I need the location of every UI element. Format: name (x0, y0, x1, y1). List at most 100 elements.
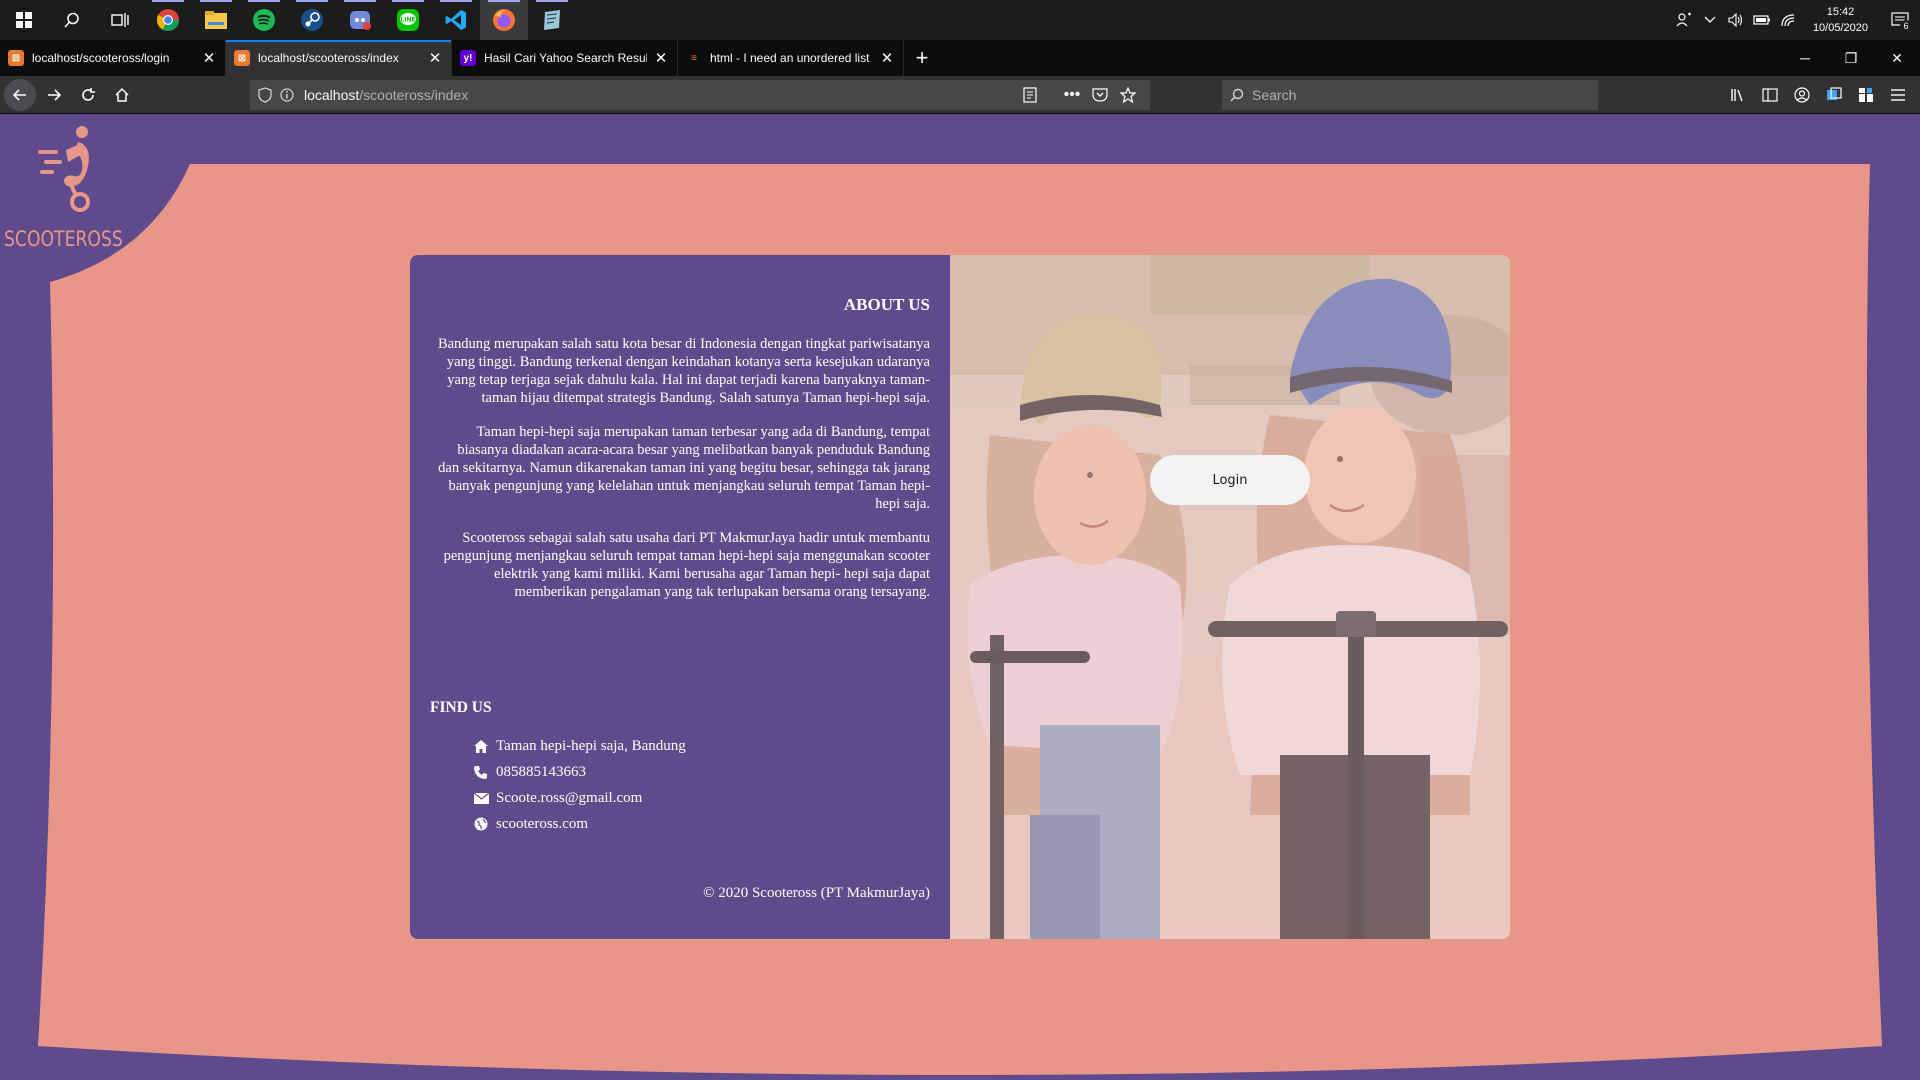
close-icon[interactable]: ✕ (879, 50, 895, 67)
taskbar-app-spotify[interactable] (240, 0, 288, 40)
forward-button[interactable] (38, 79, 70, 111)
svg-text:LINE: LINE (400, 17, 415, 24)
hamburger-menu-icon (1891, 89, 1905, 101)
url-bar[interactable]: localhost/scooteross/index ••• (250, 80, 1150, 110)
task-view-button[interactable] (96, 0, 144, 40)
about-paragraph: Bandung merupakan salah satu kota besar … (437, 336, 930, 406)
tab-yahoo[interactable]: y! Hasil Cari Yahoo Search Results ✕ (452, 40, 678, 76)
girls-on-scooters-photo (950, 255, 1510, 939)
website-text[interactable]: scooteross.com (496, 816, 588, 833)
firefox-icon (493, 9, 515, 31)
tab-index[interactable]: ⊠ localhost/scooteross/index ✕ (226, 40, 452, 76)
tab-title: localhost/scooteross/index (258, 51, 399, 65)
close-icon: ✕ (1891, 49, 1903, 66)
url-host: localhost (304, 87, 360, 103)
hero-photo-panel: Login (950, 255, 1510, 939)
windows-taskbar: LINE 15:42 10/05/2020 6 (0, 0, 1920, 40)
stackoverflow-favicon-icon: ≡ (691, 52, 697, 64)
star-icon (1120, 87, 1136, 103)
close-icon[interactable]: ✕ (201, 50, 217, 67)
taskbar-app-line[interactable]: LINE (384, 0, 432, 40)
start-button[interactable] (0, 0, 48, 40)
account-button[interactable] (1786, 79, 1818, 111)
plus-icon: + (915, 45, 929, 70)
taskbar-clock[interactable]: 15:42 10/05/2020 (1801, 4, 1880, 36)
toolbar-right (1722, 79, 1914, 111)
about-title: ABOUT US (843, 295, 930, 314)
yahoo-favicon-icon: y! (460, 50, 476, 66)
minimize-icon: ─ (1800, 50, 1810, 66)
back-button[interactable] (4, 78, 36, 111)
taskbar-app-steam[interactable] (288, 0, 336, 40)
copyright-text: © 2020 Scooteross (PT MakmurJaya) (703, 885, 930, 901)
tab-title: html - I need an unordered list (710, 51, 870, 65)
chevron-up-icon[interactable] (1697, 0, 1723, 40)
action-center-button[interactable]: 6 (1880, 0, 1920, 40)
extensions-button[interactable] (1850, 79, 1882, 111)
restore-button[interactable]: ❐ (1828, 40, 1874, 76)
page-actions-button[interactable]: ••• (1058, 86, 1086, 104)
page-viewport: SCOOTEROSS ABOUT US Bandung merupakan sa… (0, 114, 1920, 1080)
restore-icon: ❐ (1844, 49, 1858, 66)
contact-address: Taman hepi-hepi saja, Bandung (474, 733, 686, 759)
minimize-button[interactable]: ─ (1782, 40, 1828, 76)
login-button[interactable]: Login (1150, 455, 1310, 505)
volume-icon[interactable] (1723, 0, 1749, 40)
main-card: ABOUT US Bandung merupakan salah satu ko… (410, 255, 1510, 939)
steam-icon (301, 9, 323, 31)
chrome-icon (156, 9, 179, 31)
globe-icon (474, 817, 496, 831)
address-text: Taman hepi-hepi saja, Bandung (496, 737, 686, 754)
home-icon (474, 739, 496, 753)
container-tabs-button[interactable] (1818, 79, 1850, 111)
notification-count: 6 (1900, 20, 1912, 32)
taskbar-app-firefox[interactable] (480, 0, 528, 40)
xampp-favicon-icon: ⊠ (234, 50, 250, 66)
close-icon[interactable]: ✕ (653, 50, 669, 67)
close-icon[interactable]: ✕ (427, 50, 443, 67)
taskbar-app-chrome[interactable] (144, 0, 192, 40)
sidebar-icon (1762, 88, 1778, 102)
taskbar-app-discord[interactable] (336, 0, 384, 40)
email-text[interactable]: Scoote.ross@gmail.com (496, 790, 642, 807)
taskbar-app-notes[interactable] (528, 0, 576, 40)
home-button[interactable] (106, 79, 138, 111)
search-icon (64, 12, 79, 28)
people-icon[interactable] (1671, 0, 1697, 40)
menu-button[interactable] (1882, 79, 1914, 111)
find-us-title: FIND US (430, 699, 492, 716)
tab-login[interactable]: ⊠ localhost/scooteross/login ✕ (0, 40, 226, 76)
pocket-icon (1092, 88, 1108, 102)
window-controls: ─ ❐ ✕ (1782, 40, 1920, 76)
more-horizontal-icon: ••• (1063, 86, 1081, 103)
reload-button[interactable] (72, 79, 104, 111)
library-button[interactable] (1722, 79, 1754, 111)
sidebar-button[interactable] (1754, 79, 1786, 111)
battery-icon[interactable] (1749, 0, 1775, 40)
reader-view-button[interactable] (1016, 87, 1044, 103)
wifi-icon[interactable] (1775, 0, 1801, 40)
home-icon (115, 87, 129, 102)
pocket-button[interactable] (1086, 88, 1114, 102)
new-tab-button[interactable]: + (904, 40, 940, 76)
window-close-button[interactable]: ✕ (1874, 40, 1920, 76)
browser-navigation-bar: localhost/scooteross/index ••• Search (0, 76, 1920, 114)
taskbar-app-vscode[interactable] (432, 0, 480, 40)
search-icon (1230, 88, 1244, 102)
arrow-left-icon (12, 88, 26, 101)
taskbar-app-file-explorer[interactable] (192, 0, 240, 40)
about-panel: ABOUT US Bandung merupakan salah satu ko… (410, 255, 950, 939)
reload-icon (82, 87, 95, 101)
url-path: /scooteross/index (359, 87, 469, 103)
brand-logo[interactable]: SCOOTEROSS (4, 122, 124, 251)
line-icon: LINE (397, 9, 419, 31)
browser-tab-strip: ⊠ localhost/scooteross/login ✕ ⊠ localho… (0, 40, 1920, 76)
spotify-icon (253, 9, 275, 31)
taskbar-search-button[interactable] (48, 0, 96, 40)
bookmark-button[interactable] (1114, 87, 1142, 103)
reader-view-icon (1023, 87, 1037, 103)
notes-icon (544, 10, 560, 30)
search-bar[interactable]: Search (1222, 80, 1598, 110)
task-view-icon (111, 13, 129, 27)
tab-stackoverflow[interactable]: ≡ html - I need an unordered list ✕ (678, 40, 904, 76)
